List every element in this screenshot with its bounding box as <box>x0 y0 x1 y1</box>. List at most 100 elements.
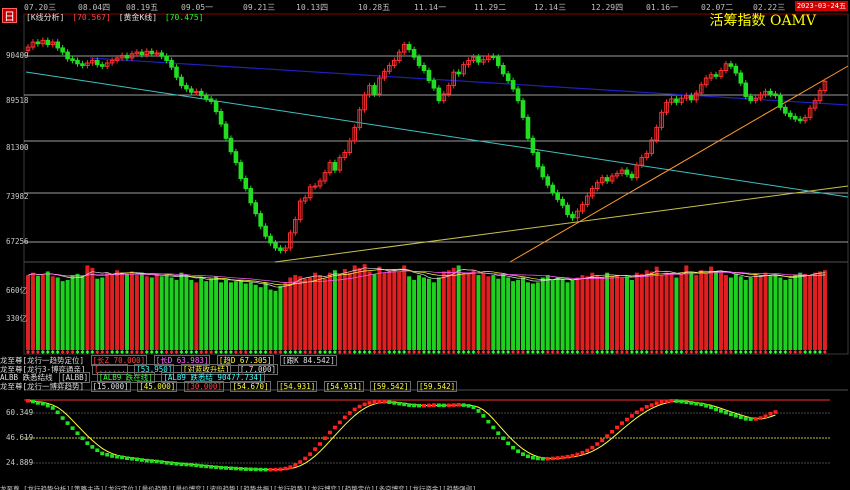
volume-bar <box>60 281 65 350</box>
signal-diamond <box>248 350 253 354</box>
volume-bar <box>629 279 634 350</box>
indicator-dot <box>35 401 40 405</box>
indicator-dot <box>129 456 134 461</box>
indicator-dot <box>412 403 417 408</box>
volume-bar <box>169 277 174 350</box>
volume-bar <box>357 267 362 350</box>
volume-bar <box>95 278 100 350</box>
volume-bar <box>30 272 35 350</box>
signal-diamond <box>144 350 149 354</box>
candle-body <box>35 41 41 45</box>
info-label-2[interactable]: [黄金K线] <box>119 13 157 22</box>
indicator-value: [15.000] <box>90 381 131 392</box>
signal-diamond <box>733 350 738 354</box>
indicator-dot <box>382 399 387 404</box>
candle-body <box>218 111 224 125</box>
volume-bar <box>664 272 669 350</box>
volume-bar <box>610 276 615 350</box>
indicator-dot <box>26 398 30 403</box>
volume-bar <box>219 282 224 350</box>
signal-diamond <box>219 350 224 354</box>
indicator-dot <box>431 403 436 407</box>
volume-bar <box>214 276 219 350</box>
indicator-row-4[interactable]: 龙至尊[龙行一博弈趋势] [15.000] [45.000] [30.000] … <box>0 381 850 392</box>
indicator-dot <box>501 436 506 441</box>
volume-bar <box>491 275 496 350</box>
signal-diamond <box>530 350 535 354</box>
signal-diamond <box>808 350 813 354</box>
indicator-dot <box>238 467 243 471</box>
indicator-dot <box>169 461 174 466</box>
candle-body <box>728 63 734 67</box>
volume-bar <box>704 272 709 350</box>
volume-bar <box>694 275 699 350</box>
signal-diamond <box>90 350 95 354</box>
volume-bar <box>362 264 367 350</box>
candle-body <box>233 151 239 164</box>
volume-bar <box>184 275 189 350</box>
signal-diamond <box>149 350 154 354</box>
volume-bar <box>600 277 605 350</box>
candle-body <box>248 188 254 204</box>
volume-bar <box>120 272 125 350</box>
signal-diamond <box>402 350 407 354</box>
signal-diamond <box>337 350 342 354</box>
volume-bar <box>139 272 144 350</box>
signal-diamond <box>263 350 268 354</box>
signal-diamond <box>199 350 204 354</box>
volume-bar <box>179 272 184 350</box>
indicator-dot <box>100 451 105 456</box>
info-label[interactable]: [K线分析] <box>26 13 64 22</box>
indicator-dot <box>575 452 580 457</box>
candle-body <box>179 76 184 87</box>
volume-bar <box>100 277 105 350</box>
app-logo-icon[interactable]: 日 <box>2 8 17 23</box>
signal-diamond <box>253 350 258 354</box>
indicator-dot <box>179 462 184 467</box>
signal-diamond <box>169 350 174 354</box>
volume-bar <box>461 272 466 350</box>
signal-diamond <box>511 350 516 354</box>
indicator-dot <box>644 405 649 409</box>
volume-bar <box>436 277 441 350</box>
bottom-status-bar[interactable]: 龙至尊 [龙行趋势分析][策略主选][龙行定位][量价趋势][量价博弈][波段趋… <box>0 483 850 490</box>
signal-diamond <box>451 350 456 354</box>
signal-diamond <box>570 350 575 354</box>
price-axis-tick: 90409 <box>6 51 29 60</box>
signal-diamond <box>605 350 610 354</box>
volume-bar <box>813 272 818 350</box>
candle-body <box>238 162 244 179</box>
volume-bar <box>110 275 115 350</box>
signal-diamond <box>70 350 75 354</box>
signal-diamond <box>243 350 248 354</box>
signal-diamond <box>719 350 723 354</box>
indicator-dot <box>194 463 199 468</box>
kline-chart[interactable] <box>0 0 850 490</box>
candle-body <box>198 90 204 97</box>
volume-bar <box>516 279 521 350</box>
candle-body <box>713 74 719 77</box>
signal-diamond <box>738 350 743 354</box>
candle-body <box>629 173 635 179</box>
candle-body <box>530 137 536 154</box>
signal-diamond <box>40 350 45 354</box>
indicator-dot <box>530 455 535 460</box>
volume-bar <box>129 271 134 350</box>
volume-bar <box>115 270 120 350</box>
volume-bar <box>669 273 674 350</box>
indicator-dot <box>120 455 125 460</box>
indicator-dot <box>95 448 100 453</box>
candle-body <box>65 51 70 60</box>
candle-body <box>624 169 630 175</box>
signal-diamond <box>506 350 511 354</box>
candle-body <box>406 44 412 51</box>
volume-bar <box>456 265 461 350</box>
indicator-dot <box>610 429 615 434</box>
indicator-dot <box>115 454 120 459</box>
indicator-dot <box>327 430 332 435</box>
signal-diamond <box>258 350 263 354</box>
candle-body <box>164 55 169 61</box>
indicator-dot <box>506 441 511 446</box>
volume-bar <box>204 281 209 350</box>
signal-diamond <box>392 350 397 354</box>
